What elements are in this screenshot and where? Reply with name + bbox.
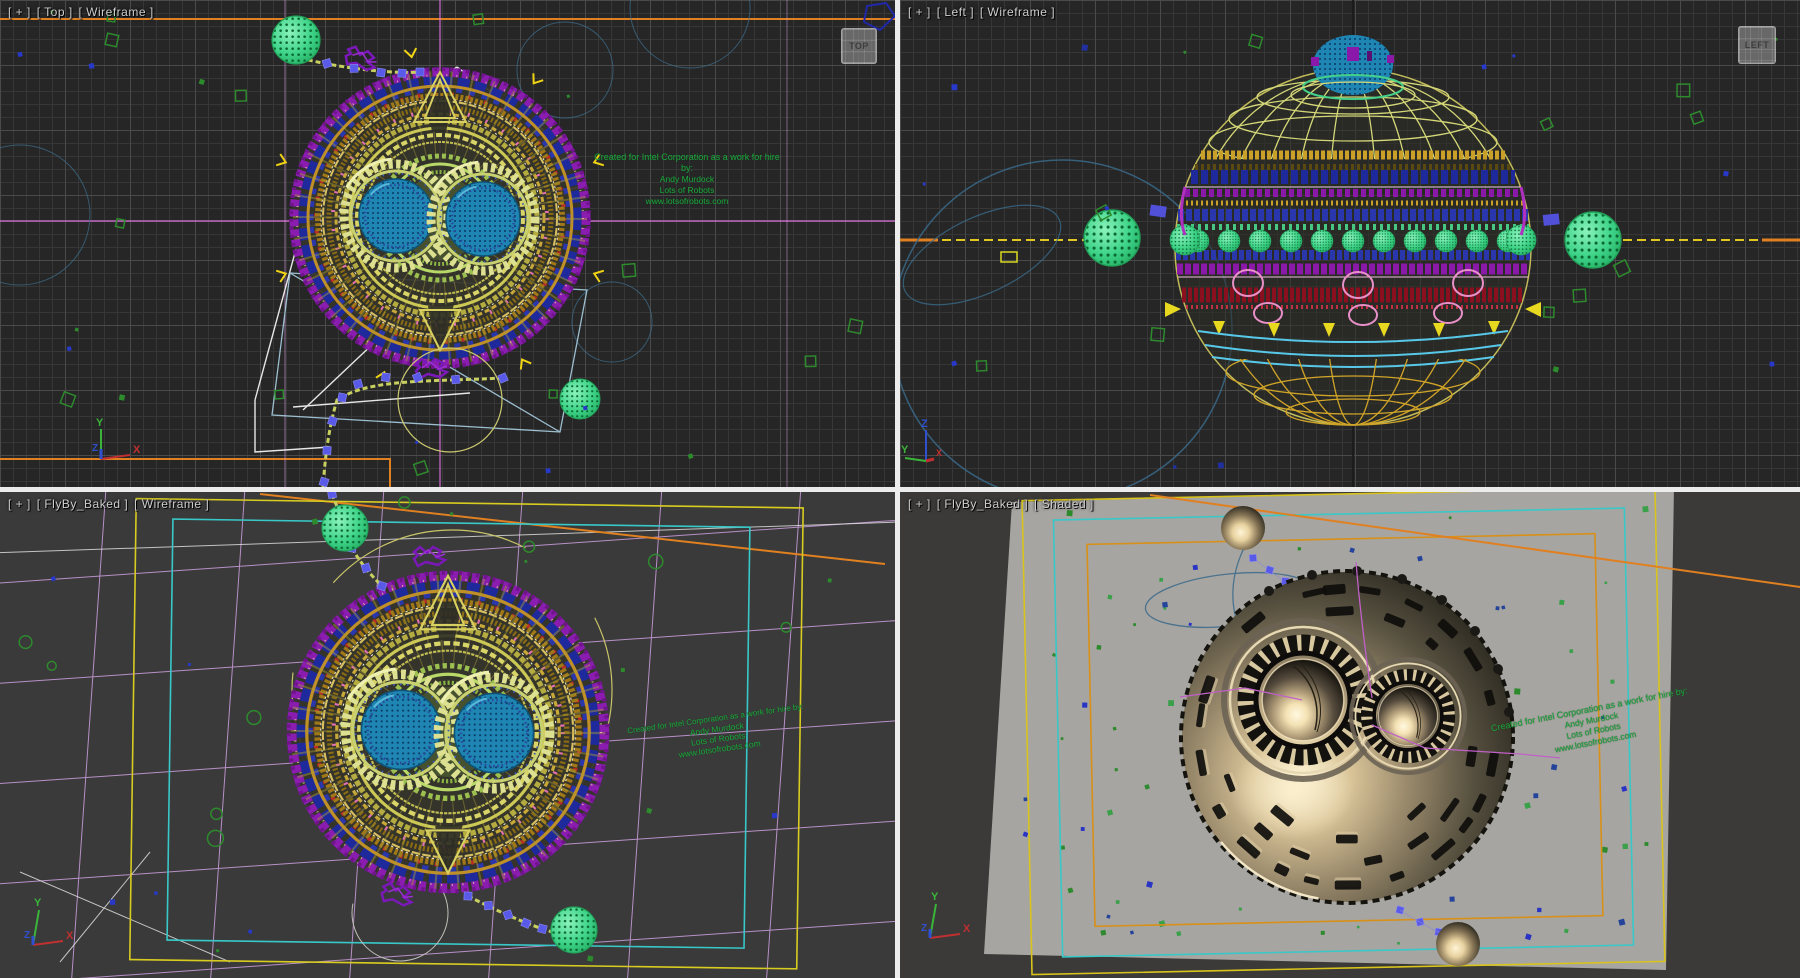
viewport-label-flyby-wireframe[interactable]: [ + ] [ FlyBy_Baked ] [ Wireframe ] <box>8 497 211 511</box>
satellite-sphere[interactable] <box>1084 210 1140 266</box>
viewcube-face-label[interactable]: LEFT <box>1745 40 1770 50</box>
viewport-menu-general[interactable]: [ + ] <box>908 497 931 511</box>
viewport-label-left[interactable]: [ + ] [ Left ] [ Wireframe ] <box>908 5 1057 19</box>
scene-canvas-top[interactable]: Y X Z <box>0 0 895 487</box>
viewport-menu-pov[interactable]: [ Top ] <box>37 5 73 19</box>
svg-text:X: X <box>963 923 971 935</box>
axis-tripod: Y X Z <box>24 897 74 945</box>
model-sphere-top-view[interactable] <box>291 69 589 367</box>
viewport-menu-pov[interactable]: [ Left ] <box>937 5 974 19</box>
viewport-menu-general[interactable]: [ + ] <box>8 497 31 511</box>
svg-text:Z: Z <box>24 930 30 941</box>
svg-text:Z: Z <box>921 418 928 430</box>
satellite-sphere[interactable] <box>551 907 597 953</box>
viewcube-face-label[interactable]: TOP <box>849 41 869 51</box>
satellite-sphere[interactable] <box>322 505 368 551</box>
model-sphere-left-view[interactable] <box>1084 35 1621 425</box>
svg-text:Z: Z <box>92 443 98 454</box>
svg-text:Y: Y <box>34 897 42 909</box>
blue-spline-shape <box>864 3 895 30</box>
axis-tripod: Y X Z <box>921 891 971 938</box>
satellite-sphere[interactable] <box>272 16 320 64</box>
small-shaded-sphere[interactable] <box>1221 506 1265 550</box>
viewport-menu-shading[interactable]: [ Wireframe ] <box>980 5 1055 19</box>
axis-tripod: Y X Z <box>92 417 141 459</box>
svg-text:Y: Y <box>931 891 939 903</box>
watermark-text: Created for Intel Corporation as a work … <box>592 152 782 207</box>
viewport-menu-general[interactable]: [ + ] <box>908 5 931 19</box>
viewport-flyby-wireframe[interactable]: Y X Z [ + ] [ FlyBy_Baked ] [ Wireframe … <box>0 492 895 978</box>
right-eye-port <box>1351 659 1465 773</box>
viewport-menu-shading[interactable]: [ Wireframe ] <box>134 497 209 511</box>
scene-canvas-flyby-shaded[interactable]: Y X Z <box>900 492 1800 978</box>
svg-text:X: X <box>133 444 141 456</box>
viewport-menu-shading[interactable]: [ Shaded ] <box>1034 497 1094 511</box>
viewport-splitter-horizontal[interactable] <box>0 487 1800 492</box>
svg-text:X: X <box>66 930 74 942</box>
svg-text:X: X <box>936 448 942 458</box>
viewport-menu-pov[interactable]: [ FlyBy_Baked ] <box>937 497 1029 511</box>
viewport-top[interactable]: Y X Z [ + ] [ Top ] [ Wireframe ] TOP Cr… <box>0 0 895 487</box>
viewport-label-flyby-shaded[interactable]: [ + ] [ FlyBy_Baked ] [ Shaded ] <box>908 497 1096 511</box>
viewport-left[interactable]: Z Y X [ + ] [ Left ] [ Wireframe ] LEFT <box>900 0 1800 487</box>
viewport-flyby-shaded[interactable]: Y X Z [ + ] [ FlyBy_Baked ] [ Shaded ] C… <box>900 492 1800 978</box>
svg-text:Y: Y <box>901 444 909 456</box>
viewcube-left[interactable]: LEFT <box>1738 26 1776 64</box>
svg-text:Z: Z <box>921 923 927 934</box>
viewport-menu-shading[interactable]: [ Wireframe ] <box>79 5 154 19</box>
svg-text:Y: Y <box>96 417 104 429</box>
satellite-sphere[interactable] <box>1565 212 1621 268</box>
satellite-sphere[interactable] <box>560 379 600 419</box>
viewcube-top[interactable]: TOP <box>841 28 877 64</box>
scene-canvas-left[interactable]: Z Y X <box>900 0 1800 487</box>
satellite-connector <box>1149 204 1166 217</box>
quad-viewport-stage: Y X Z [ + ] [ Top ] [ Wireframe ] TOP Cr… <box>0 0 1800 978</box>
viewport-menu-pov[interactable]: [ FlyBy_Baked ] <box>37 497 129 511</box>
model-sphere-camera-view[interactable] <box>289 573 608 892</box>
viewport-menu-general[interactable]: [ + ] <box>8 5 31 19</box>
axis-tripod: Z Y X <box>901 418 942 461</box>
viewport-label-top[interactable]: [ + ] [ Top ] [ Wireframe ] <box>8 5 156 19</box>
small-shaded-sphere[interactable] <box>1436 922 1480 966</box>
